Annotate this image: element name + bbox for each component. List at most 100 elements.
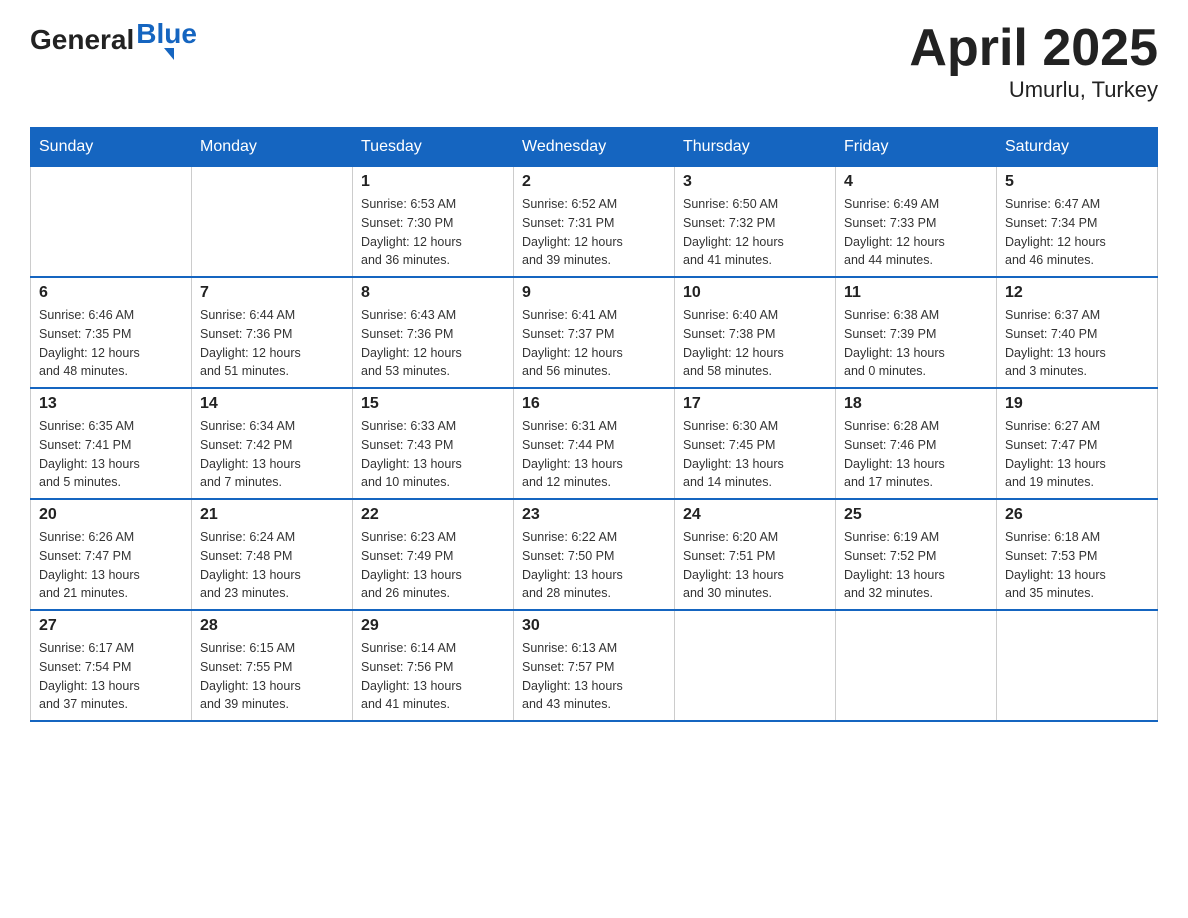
calendar-day-cell: 1Sunrise: 6:53 AM Sunset: 7:30 PM Daylig… bbox=[353, 167, 514, 278]
day-info: Sunrise: 6:20 AM Sunset: 7:51 PM Dayligh… bbox=[683, 528, 827, 603]
day-info: Sunrise: 6:35 AM Sunset: 7:41 PM Dayligh… bbox=[39, 417, 183, 492]
calendar-day-cell: 18 Sunrise: 6:28 AM Sunset: 7:46 PM Dayli… bbox=[836, 388, 997, 499]
day-number: 4 bbox=[844, 173, 988, 191]
day-number: 7 bbox=[200, 284, 344, 302]
calendar-day-cell: 8 Sunrise: 6:43 AM Sunset: 7:36 PM Daylig… bbox=[353, 277, 514, 388]
calendar-day-cell: 30Sunrise: 6:13 AM Sunset: 7:57 PM Dayli… bbox=[514, 610, 675, 721]
calendar-day-cell: 9Sunrise: 6:41 AM Sunset: 7:37 PM Daylig… bbox=[514, 277, 675, 388]
calendar-day-cell: 10Sunrise: 6:40 AM Sunset: 7:38 PM Dayli… bbox=[675, 277, 836, 388]
day-number: 3 bbox=[683, 173, 827, 191]
day-info: Sunrise: 6:37 AM Sunset: 7:40 PM Dayligh… bbox=[1005, 306, 1149, 381]
calendar-day-cell bbox=[31, 167, 192, 278]
day-info: Sunrise: 6:27 AM Sunset: 7:47 PM Dayligh… bbox=[1005, 417, 1149, 492]
calendar-day-cell: 20 Sunrise: 6:26 AM Sunset: 7:47 PM Dayli… bbox=[31, 499, 192, 610]
day-info: Sunrise: 6:31 AM Sunset: 7:44 PM Dayligh… bbox=[522, 417, 666, 492]
calendar-day-cell: 24 Sunrise: 6:20 AM Sunset: 7:51 PM Dayli… bbox=[675, 499, 836, 610]
day-number: 18 bbox=[844, 395, 988, 413]
day-info: Sunrise: 6:17 AM Sunset: 7:54 PM Dayligh… bbox=[39, 639, 183, 714]
calendar-day-cell: 13 Sunrise: 6:35 AM Sunset: 7:41 PM Dayli… bbox=[31, 388, 192, 499]
day-number: 21 bbox=[200, 506, 344, 524]
day-number: 23 bbox=[522, 506, 666, 524]
calendar-title: April 2025 bbox=[909, 20, 1158, 77]
calendar-day-cell: 14Sunrise: 6:34 AM Sunset: 7:42 PM Dayli… bbox=[192, 388, 353, 499]
calendar-day-cell: 28 Sunrise: 6:15 AM Sunset: 7:55 PM Dayli… bbox=[192, 610, 353, 721]
day-info: Sunrise: 6:14 AM Sunset: 7:56 PM Dayligh… bbox=[361, 639, 505, 714]
day-of-week-header: Thursday bbox=[675, 128, 836, 167]
calendar-day-cell: 5 Sunrise: 6:47 AM Sunset: 7:34 PM Daylig… bbox=[997, 167, 1158, 278]
calendar-day-cell: 11 Sunrise: 6:38 AM Sunset: 7:39 PM Dayli… bbox=[836, 277, 997, 388]
calendar-week-row: 20 Sunrise: 6:26 AM Sunset: 7:47 PM Dayli… bbox=[31, 499, 1158, 610]
day-info: Sunrise: 6:47 AM Sunset: 7:34 PM Dayligh… bbox=[1005, 195, 1149, 270]
day-info: Sunrise: 6:52 AM Sunset: 7:31 PM Dayligh… bbox=[522, 195, 666, 270]
day-info: Sunrise: 6:50 AM Sunset: 7:32 PM Dayligh… bbox=[683, 195, 827, 270]
logo-arrow-icon bbox=[164, 48, 174, 60]
calendar-day-cell: 26 Sunrise: 6:18 AM Sunset: 7:53 PM Dayli… bbox=[997, 499, 1158, 610]
title-block: April 2025 Umurlu, Turkey bbox=[909, 20, 1158, 103]
calendar-day-cell: 6Sunrise: 6:46 AM Sunset: 7:35 PM Daylig… bbox=[31, 277, 192, 388]
day-number: 17 bbox=[683, 395, 827, 413]
calendar-day-cell: 25 Sunrise: 6:19 AM Sunset: 7:52 PM Dayli… bbox=[836, 499, 997, 610]
day-info: Sunrise: 6:28 AM Sunset: 7:46 PM Dayligh… bbox=[844, 417, 988, 492]
day-number: 24 bbox=[683, 506, 827, 524]
calendar-day-cell: 3 Sunrise: 6:50 AM Sunset: 7:32 PM Daylig… bbox=[675, 167, 836, 278]
day-number: 16 bbox=[522, 395, 666, 413]
day-info: Sunrise: 6:26 AM Sunset: 7:47 PM Dayligh… bbox=[39, 528, 183, 603]
day-info: Sunrise: 6:18 AM Sunset: 7:53 PM Dayligh… bbox=[1005, 528, 1149, 603]
calendar-day-cell: 17 Sunrise: 6:30 AM Sunset: 7:45 PM Dayli… bbox=[675, 388, 836, 499]
day-info: Sunrise: 6:15 AM Sunset: 7:55 PM Dayligh… bbox=[200, 639, 344, 714]
day-info: Sunrise: 6:30 AM Sunset: 7:45 PM Dayligh… bbox=[683, 417, 827, 492]
day-number: 15 bbox=[361, 395, 505, 413]
calendar-week-row: 27 Sunrise: 6:17 AM Sunset: 7:54 PM Dayli… bbox=[31, 610, 1158, 721]
calendar-day-cell: 29 Sunrise: 6:14 AM Sunset: 7:56 PM Dayli… bbox=[353, 610, 514, 721]
calendar-table: SundayMondayTuesdayWednesdayThursdayFrid… bbox=[30, 127, 1158, 722]
calendar-day-cell: 21 Sunrise: 6:24 AM Sunset: 7:48 PM Dayli… bbox=[192, 499, 353, 610]
day-info: Sunrise: 6:44 AM Sunset: 7:36 PM Dayligh… bbox=[200, 306, 344, 381]
day-info: Sunrise: 6:19 AM Sunset: 7:52 PM Dayligh… bbox=[844, 528, 988, 603]
day-info: Sunrise: 6:33 AM Sunset: 7:43 PM Dayligh… bbox=[361, 417, 505, 492]
day-number: 29 bbox=[361, 617, 505, 635]
calendar-day-cell bbox=[997, 610, 1158, 721]
day-number: 20 bbox=[39, 506, 183, 524]
calendar-day-cell: 15 Sunrise: 6:33 AM Sunset: 7:43 PM Dayli… bbox=[353, 388, 514, 499]
day-number: 6 bbox=[39, 284, 183, 302]
calendar-day-cell bbox=[675, 610, 836, 721]
calendar-day-cell bbox=[836, 610, 997, 721]
calendar-day-cell: 23 Sunrise: 6:22 AM Sunset: 7:50 PM Dayli… bbox=[514, 499, 675, 610]
day-number: 8 bbox=[361, 284, 505, 302]
calendar-day-cell: 16 Sunrise: 6:31 AM Sunset: 7:44 PM Dayli… bbox=[514, 388, 675, 499]
day-info: Sunrise: 6:43 AM Sunset: 7:36 PM Dayligh… bbox=[361, 306, 505, 381]
day-info: Sunrise: 6:24 AM Sunset: 7:48 PM Dayligh… bbox=[200, 528, 344, 603]
day-number: 27 bbox=[39, 617, 183, 635]
calendar-week-row: 6Sunrise: 6:46 AM Sunset: 7:35 PM Daylig… bbox=[31, 277, 1158, 388]
calendar-subtitle: Umurlu, Turkey bbox=[909, 77, 1158, 103]
day-number: 5 bbox=[1005, 173, 1149, 191]
logo-blue-text: Blue bbox=[136, 20, 197, 48]
calendar-week-row: 1Sunrise: 6:53 AM Sunset: 7:30 PM Daylig… bbox=[31, 167, 1158, 278]
day-info: Sunrise: 6:41 AM Sunset: 7:37 PM Dayligh… bbox=[522, 306, 666, 381]
day-number: 28 bbox=[200, 617, 344, 635]
day-info: Sunrise: 6:22 AM Sunset: 7:50 PM Dayligh… bbox=[522, 528, 666, 603]
day-number: 25 bbox=[844, 506, 988, 524]
day-number: 13 bbox=[39, 395, 183, 413]
day-info: Sunrise: 6:49 AM Sunset: 7:33 PM Dayligh… bbox=[844, 195, 988, 270]
day-number: 1 bbox=[361, 173, 505, 191]
day-of-week-header: Sunday bbox=[31, 128, 192, 167]
logo-general-text: General bbox=[30, 24, 134, 56]
calendar-day-cell: 22Sunrise: 6:23 AM Sunset: 7:49 PM Dayli… bbox=[353, 499, 514, 610]
day-number: 2 bbox=[522, 173, 666, 191]
calendar-week-row: 13 Sunrise: 6:35 AM Sunset: 7:41 PM Dayli… bbox=[31, 388, 1158, 499]
day-number: 11 bbox=[844, 284, 988, 302]
day-of-week-header: Wednesday bbox=[514, 128, 675, 167]
calendar-header-row: SundayMondayTuesdayWednesdayThursdayFrid… bbox=[31, 128, 1158, 167]
day-of-week-header: Monday bbox=[192, 128, 353, 167]
day-number: 14 bbox=[200, 395, 344, 413]
day-number: 26 bbox=[1005, 506, 1149, 524]
logo: General Blue bbox=[30, 20, 197, 60]
calendar-day-cell: 4 Sunrise: 6:49 AM Sunset: 7:33 PM Daylig… bbox=[836, 167, 997, 278]
day-number: 12 bbox=[1005, 284, 1149, 302]
day-of-week-header: Tuesday bbox=[353, 128, 514, 167]
calendar-day-cell bbox=[192, 167, 353, 278]
logo-blue-part: Blue bbox=[136, 20, 197, 60]
calendar-day-cell: 27 Sunrise: 6:17 AM Sunset: 7:54 PM Dayli… bbox=[31, 610, 192, 721]
day-info: Sunrise: 6:38 AM Sunset: 7:39 PM Dayligh… bbox=[844, 306, 988, 381]
